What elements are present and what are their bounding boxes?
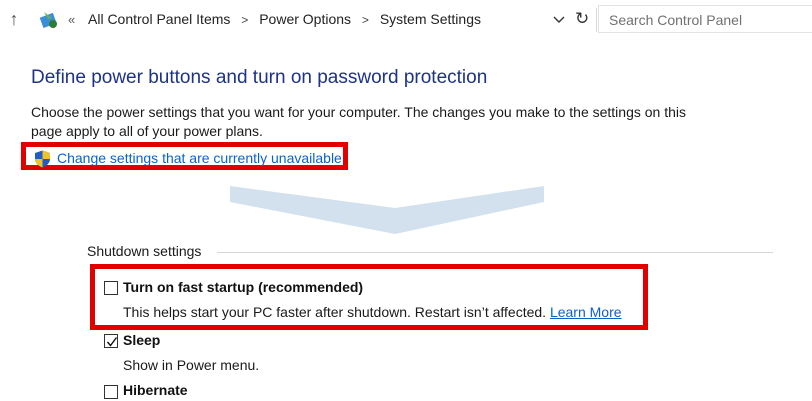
search-input[interactable]: Search Control Panel xyxy=(598,5,812,33)
change-settings-link[interactable]: Change settings that are currently unava… xyxy=(57,150,342,166)
control-panel-icon xyxy=(39,12,57,29)
checkmark-icon xyxy=(106,337,118,347)
hibernate-label: Hibernate xyxy=(123,382,188,398)
divider xyxy=(596,8,597,32)
fast-startup-label: Turn on fast startup (recommended) xyxy=(123,279,364,295)
breadcrumb-separator-icon[interactable]: > xyxy=(362,13,369,27)
learn-more-link[interactable]: Learn More xyxy=(550,304,622,320)
fast-startup-checkbox[interactable] xyxy=(104,281,118,295)
page-title: Define power buttons and turn on passwor… xyxy=(31,67,488,88)
sleep-label: Sleep xyxy=(123,332,161,348)
address-bar: ↑ « All Control Panel Items > Power Opti… xyxy=(0,0,812,40)
sleep-checkbox[interactable] xyxy=(104,334,118,348)
chevron-down-icon[interactable] xyxy=(552,12,566,26)
breadcrumb-item-all-control-panel[interactable]: All Control Panel Items xyxy=(88,11,230,27)
breadcrumb-overflow-icon[interactable]: « xyxy=(68,12,75,27)
uac-shield-icon xyxy=(35,150,50,168)
down-arrow-graphic xyxy=(230,186,544,234)
search-placeholder: Search Control Panel xyxy=(609,12,743,28)
breadcrumb: All Control Panel Items > Power Options … xyxy=(88,11,481,27)
hibernate-checkbox[interactable] xyxy=(104,385,118,399)
sleep-description: Show in Power menu. xyxy=(123,357,260,373)
fast-startup-description: This helps start your PC faster after sh… xyxy=(123,304,622,320)
fast-startup-description-text: This helps start your PC faster after sh… xyxy=(123,304,547,320)
breadcrumb-item-power-options[interactable]: Power Options xyxy=(259,11,351,27)
page-description: Choose the power settings that you want … xyxy=(31,104,687,139)
refresh-icon[interactable]: ↻ xyxy=(575,9,589,29)
shutdown-settings-label: Shutdown settings xyxy=(87,243,202,259)
change-settings-highlight: Change settings that are currently unava… xyxy=(21,142,348,170)
system-settings-window: ↑ « All Control Panel Items > Power Opti… xyxy=(0,0,812,401)
group-divider xyxy=(217,252,773,253)
up-arrow-icon[interactable]: ↑ xyxy=(6,8,22,30)
fast-startup-highlight: Turn on fast startup (recommended) This … xyxy=(90,264,648,330)
breadcrumb-item-system-settings[interactable]: System Settings xyxy=(380,11,481,27)
breadcrumb-separator-icon[interactable]: > xyxy=(241,13,248,27)
